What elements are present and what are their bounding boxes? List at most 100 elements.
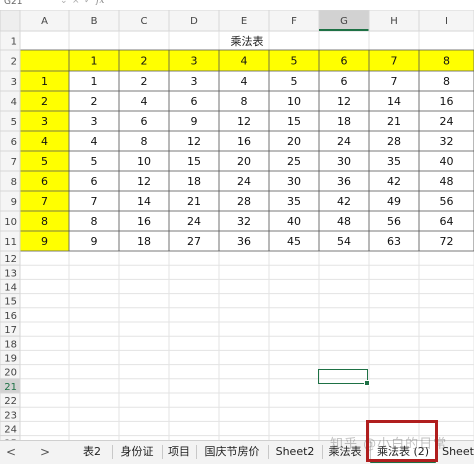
table-cell: 49 (387, 195, 401, 208)
fx-icon[interactable]: fx (96, 0, 104, 6)
table-cell: 8 (141, 135, 148, 148)
table-cell: 18 (187, 175, 201, 188)
table-cell: 4 (241, 75, 248, 88)
table-cell: 15 (187, 155, 201, 168)
row-header-label: 20 (4, 368, 17, 379)
active-tab-highlight-box (366, 420, 438, 462)
tab-next-icon[interactable]: > (38, 444, 52, 460)
header-row-cell: 3 (191, 55, 198, 68)
table-cell: 2 (91, 95, 98, 108)
active-cell-cursor[interactable] (318, 369, 370, 386)
confirm-icon[interactable]: ✓ (84, 0, 92, 6)
sheet-tab[interactable]: 表2 (72, 441, 112, 463)
table-cell: 6 (91, 175, 98, 188)
table-cell: 36 (237, 235, 251, 248)
table-cell: 24 (187, 215, 201, 228)
table-cell: 4 (91, 135, 98, 148)
row-header-label: 10 (4, 217, 17, 228)
row-header-label: 22 (4, 396, 17, 407)
table-cell: 3 (91, 115, 98, 128)
table-cell: 10 (137, 155, 151, 168)
header-row-cell: 7 (391, 55, 398, 68)
table-cell: 28 (387, 135, 401, 148)
column-header-label: G (340, 16, 348, 27)
row-header-label: 7 (11, 157, 17, 168)
column-header-label: C (141, 16, 148, 27)
table-cell: 24 (237, 175, 251, 188)
column-header-label: D (190, 16, 198, 27)
fill-handle[interactable] (364, 380, 370, 386)
table-cell: 4 (141, 95, 148, 108)
table-cell: 42 (387, 175, 401, 188)
table-cell: 35 (287, 195, 301, 208)
spreadsheet-grid[interactable]: 乘法表1 2 3 4 5 6 7 81 1 2 3 4 5 6 7 82 2 4 6 8 10 12 14 163 3 6 9 12 1… (0, 10, 474, 440)
header-row-cell: 4 (241, 55, 248, 68)
sheet-tab[interactable]: 身份证 (112, 441, 162, 463)
column-header-label: A (41, 16, 48, 27)
table-cell: 16 (137, 215, 151, 228)
header-row-cell: 5 (291, 55, 298, 68)
table-cell: 20 (287, 135, 301, 148)
table-cell: 28 (237, 195, 251, 208)
header-col-cell: 4 (41, 135, 48, 148)
header-col-cell: 1 (41, 75, 48, 88)
header-col-cell: 3 (41, 115, 48, 128)
table-cell: 56 (440, 195, 454, 208)
table-cell: 12 (137, 175, 151, 188)
table-cell: 32 (440, 135, 454, 148)
table-cell: 15 (287, 115, 301, 128)
tab-prev-icon[interactable]: < (4, 444, 18, 460)
table-cell: 27 (187, 235, 201, 248)
table-cell: 12 (337, 95, 351, 108)
table-cell: 7 (391, 75, 398, 88)
table-cell: 21 (187, 195, 201, 208)
row-header-label: 16 (4, 311, 17, 322)
column-header-label: E (241, 16, 247, 27)
row-header-label: 2 (11, 57, 17, 68)
table-cell: 8 (241, 95, 248, 108)
select-all-corner[interactable] (0, 10, 21, 32)
column-header-label: H (390, 16, 398, 27)
row-header-label: 6 (11, 137, 17, 148)
sheet-tab[interactable]: 项目 (162, 441, 196, 463)
table-cell: 56 (387, 215, 401, 228)
table-cell: 5 (291, 75, 298, 88)
table-cell: 24 (440, 115, 454, 128)
table-cell: 12 (237, 115, 251, 128)
column-header-label: B (91, 16, 98, 27)
table-cell: 6 (341, 75, 348, 88)
header-row-cell: 1 (91, 55, 98, 68)
sheet-tab[interactable]: Sheet2 (268, 441, 322, 463)
table-cell: 14 (387, 95, 401, 108)
table-cell: 12 (187, 135, 201, 148)
table-cell: 63 (387, 235, 401, 248)
row-header-label: 11 (4, 237, 17, 248)
table-cell: 5 (91, 155, 98, 168)
expand-icon[interactable]: ⌄ (60, 0, 68, 6)
table-cell: 2 (141, 75, 148, 88)
row-header-label: 21 (4, 382, 17, 393)
table-cell: 16 (440, 95, 454, 108)
table-cell: 6 (191, 95, 198, 108)
sheet-tab[interactable]: 国庆节房价 (196, 441, 268, 463)
row-header-label: 8 (11, 177, 17, 188)
table-cell: 9 (91, 235, 98, 248)
row-header-label: 3 (11, 77, 17, 88)
table-cell: 1 (91, 75, 98, 88)
row-header-label: 19 (4, 354, 17, 365)
table-cell: 40 (440, 155, 454, 168)
table-cell: 8 (91, 215, 98, 228)
table-cell: 10 (287, 95, 301, 108)
header-row-cell: 8 (443, 55, 450, 68)
header-col-cell: 7 (41, 195, 48, 208)
table-cell: 42 (337, 195, 351, 208)
table-cell: 18 (337, 115, 351, 128)
column-header-label: I (445, 16, 448, 27)
header-row-cell: 2 (141, 55, 148, 68)
table-cell: 45 (287, 235, 301, 248)
cancel-icon[interactable]: × (72, 0, 80, 6)
row-header-label: 14 (4, 283, 17, 294)
table-cell: 24 (337, 135, 351, 148)
table-cell: 30 (337, 155, 351, 168)
table-cell: 36 (337, 175, 351, 188)
